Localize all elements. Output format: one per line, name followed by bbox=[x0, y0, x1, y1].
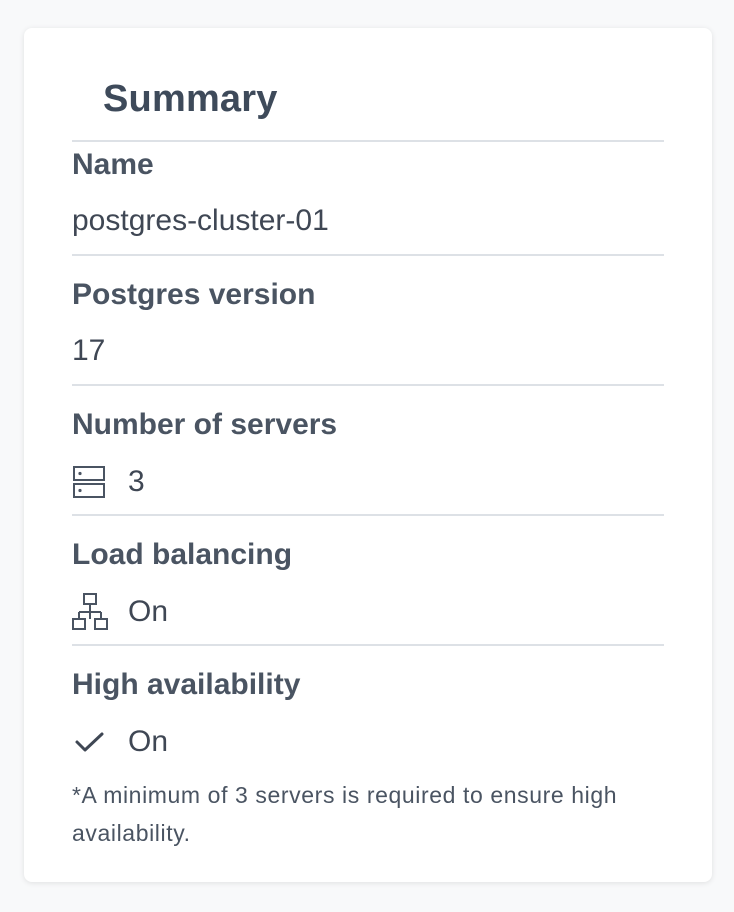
divider bbox=[72, 644, 664, 646]
number-of-servers-label: Number of servers bbox=[72, 408, 338, 441]
high-availability-row: On bbox=[72, 722, 168, 762]
divider bbox=[72, 384, 664, 386]
load-balancing-value: On bbox=[128, 595, 169, 628]
load-balancing-row: On bbox=[72, 592, 168, 632]
high-availability-label: High availability bbox=[72, 668, 301, 701]
checkmark-icon bbox=[72, 722, 112, 762]
postgres-version-label: Postgres version bbox=[72, 278, 316, 311]
divider bbox=[72, 514, 664, 516]
high-availability-note: *A minimum of 3 servers is required to e… bbox=[72, 782, 618, 846]
server-icon bbox=[72, 462, 112, 502]
number-of-servers-row: 3 bbox=[72, 462, 145, 502]
divider bbox=[72, 254, 664, 256]
network-hierarchy-icon bbox=[72, 592, 112, 632]
summary-card: Summary Name postgres-cluster-01 Postgre… bbox=[24, 28, 712, 882]
load-balancing-label: Load balancing bbox=[72, 538, 293, 571]
high-availability-value: On bbox=[128, 725, 169, 758]
postgres-version-value: 17 bbox=[72, 334, 106, 367]
summary-title: Summary bbox=[103, 78, 278, 120]
divider bbox=[72, 140, 664, 142]
name-label: Name bbox=[72, 148, 154, 181]
number-of-servers-value: 3 bbox=[128, 465, 145, 498]
name-value: postgres-cluster-01 bbox=[72, 204, 329, 237]
